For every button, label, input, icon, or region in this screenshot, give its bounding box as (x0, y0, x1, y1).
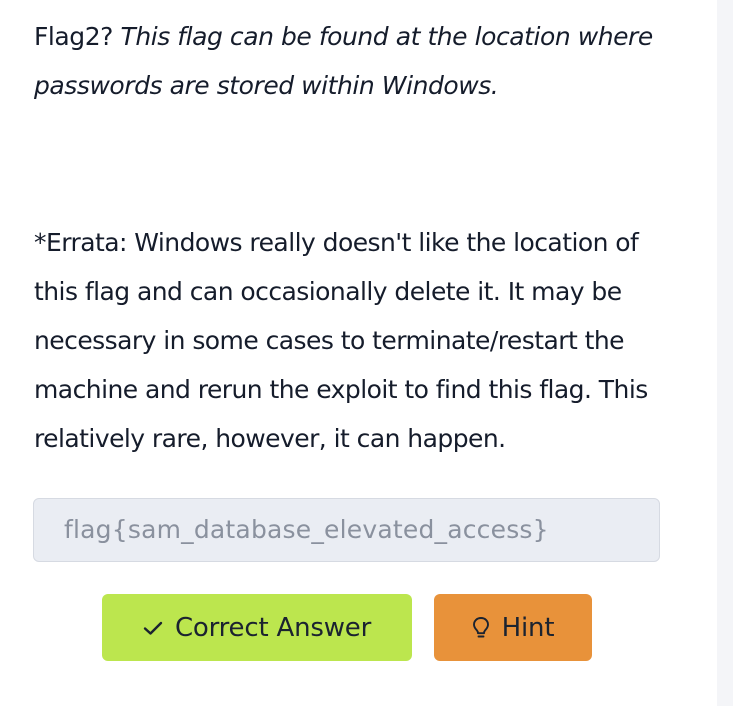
correct-answer-label: Correct Answer (174, 612, 372, 643)
check-icon (143, 620, 163, 636)
lightbulb-icon (472, 616, 490, 640)
page-side-strip (717, 0, 733, 706)
question-label: Flag2? (34, 22, 113, 51)
errata-note: *Errata: Windows really doesn't like the… (34, 228, 648, 453)
hint-button[interactable]: Hint (434, 594, 592, 661)
answer-field[interactable]: flag{sam_database_elevated_access} (33, 498, 660, 562)
correct-answer-button[interactable]: Correct Answer (102, 594, 412, 661)
question-text: Flag2? This flag can be found at the loc… (34, 12, 674, 110)
question-block: Flag2? This flag can be found at the loc… (34, 12, 674, 110)
question-description: This flag can be found at the location w… (34, 22, 653, 100)
hint-label: Hint (501, 612, 555, 643)
